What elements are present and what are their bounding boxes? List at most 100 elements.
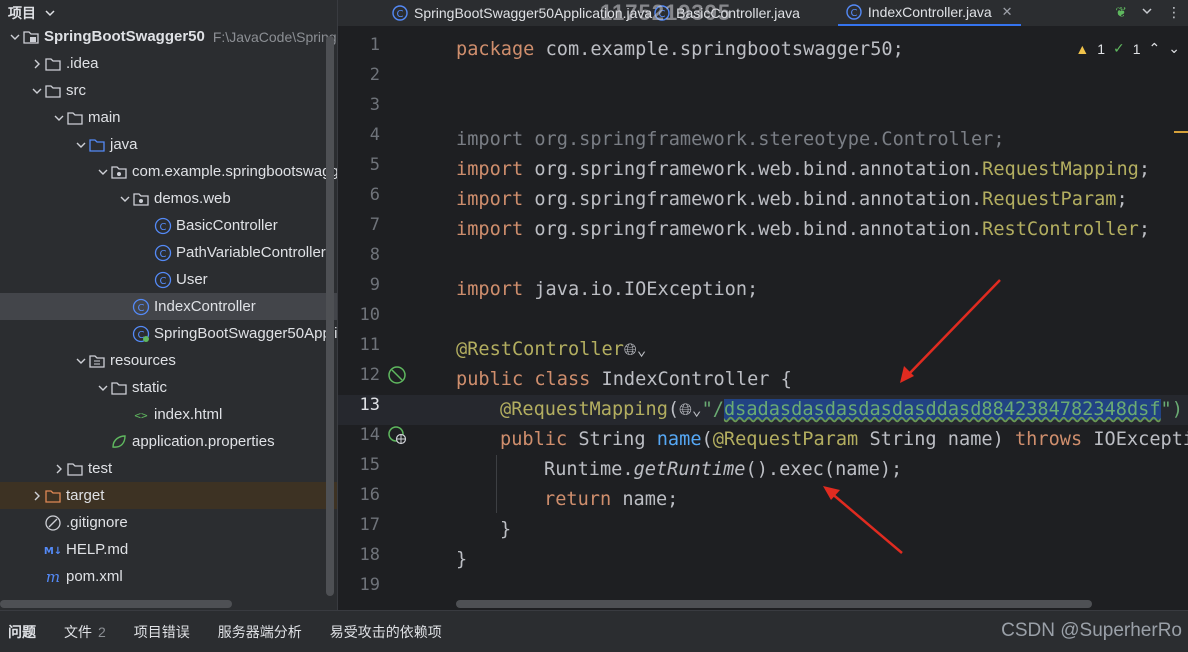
line-number[interactable]: 7 bbox=[338, 215, 380, 235]
tab-problems[interactable]: 问题 bbox=[8, 622, 36, 642]
spring-web-endpoint-icon[interactable] bbox=[386, 424, 408, 446]
tree-item-idea[interactable]: .idea bbox=[0, 50, 337, 77]
line-number[interactable]: 2 bbox=[338, 65, 380, 85]
chevron-down-icon[interactable] bbox=[44, 7, 56, 19]
chevron-down-icon[interactable] bbox=[30, 84, 44, 98]
inspection-widget[interactable]: ▲ 1 ✓ 1 ⌃ ⌄ bbox=[1075, 40, 1180, 57]
scrollbar-marker bbox=[1174, 131, 1188, 133]
tree-item-index-html[interactable]: <> index.html bbox=[0, 401, 337, 428]
tree-item-demos-web[interactable]: demos.web bbox=[0, 185, 337, 212]
project-horizontal-scrollbar[interactable] bbox=[0, 600, 232, 608]
line-number[interactable]: 10 bbox=[338, 305, 380, 325]
line-number[interactable]: 6 bbox=[338, 185, 380, 205]
editor-tab-bar: C SpringBootSwagger50Application.java C … bbox=[338, 0, 1188, 26]
tab-indexcontroller[interactable]: C IndexController.java ✕ bbox=[837, 0, 1021, 26]
line-number[interactable]: 19 bbox=[338, 575, 380, 595]
module-folder-icon bbox=[22, 28, 40, 46]
line-number[interactable]: 18 bbox=[338, 545, 380, 565]
tree-item-label: PathVariableController bbox=[176, 244, 326, 261]
tree-item-application-properties[interactable]: application.properties bbox=[0, 428, 337, 455]
code-area[interactable]: package com.example.springbootswagger50;… bbox=[456, 30, 1188, 610]
selected-text[interactable]: dsadasdasdasdasdasddasd8842384782348dsf bbox=[723, 399, 1161, 420]
tree-item-pom-xml[interactable]: m pom.xml bbox=[0, 563, 337, 590]
tree-item-pathvariablecontroller[interactable]: C PathVariableController bbox=[0, 239, 337, 266]
chevron-up-icon[interactable]: ⌃ bbox=[1149, 40, 1161, 57]
warning-icon: ▲ bbox=[1075, 40, 1090, 57]
project-vertical-scrollbar[interactable] bbox=[326, 36, 334, 596]
line-number[interactable]: 16 bbox=[338, 485, 380, 505]
line-number[interactable]: 3 bbox=[338, 95, 380, 115]
line-number[interactable]: 12 bbox=[338, 365, 380, 385]
tab-server-analysis[interactable]: 服务器端分析 bbox=[218, 622, 302, 642]
tree-item-label: User bbox=[176, 271, 208, 288]
close-icon[interactable]: ✕ bbox=[1002, 4, 1013, 20]
svg-text:M↓: M↓ bbox=[44, 546, 62, 557]
class-icon: C bbox=[132, 298, 150, 316]
tab-basiccontroller[interactable]: C BasicController.java bbox=[646, 0, 808, 26]
chevron-down-icon[interactable] bbox=[74, 138, 88, 152]
tree-item-java[interactable]: java bbox=[0, 131, 337, 158]
chevron-down-icon[interactable] bbox=[1141, 4, 1153, 18]
line-number[interactable]: 13 bbox=[338, 395, 380, 415]
tree-item-label: com.example.springbootswagg bbox=[132, 163, 337, 180]
line-number[interactable]: 4 bbox=[338, 125, 380, 145]
tree-item-test[interactable]: test bbox=[0, 455, 337, 482]
editor-horizontal-scrollbar[interactable] bbox=[456, 600, 1092, 608]
tree-item-label: index.html bbox=[154, 406, 223, 423]
spring-bean-icon[interactable] bbox=[386, 364, 408, 386]
tree-item-help-md[interactable]: M↓ HELP.md bbox=[0, 536, 337, 563]
chevron-right-icon[interactable] bbox=[52, 462, 66, 476]
line-number[interactable]: 17 bbox=[338, 515, 380, 535]
spring-boot-class-icon: C bbox=[132, 325, 150, 343]
warning-count: 1 bbox=[1097, 40, 1105, 57]
line-number[interactable]: 9 bbox=[338, 275, 380, 295]
more-options-icon[interactable]: ⋮ bbox=[1167, 4, 1181, 21]
line-number[interactable]: 14 bbox=[338, 425, 380, 445]
chevron-down-icon[interactable] bbox=[96, 381, 110, 395]
line-number[interactable]: 15 bbox=[338, 455, 380, 475]
tab-label: IndexController.java bbox=[867, 4, 992, 20]
tree-item-gitignore[interactable]: .gitignore bbox=[0, 509, 337, 536]
chevron-right-icon[interactable] bbox=[30, 489, 44, 503]
tab-vulnerable-dependencies[interactable]: 易受攻击的依赖项 bbox=[330, 622, 442, 642]
tree-item-springbootswagger50appli[interactable]: C SpringBootSwagger50Appli bbox=[0, 320, 337, 347]
class-icon: C bbox=[654, 5, 670, 21]
chevron-down-icon[interactable] bbox=[74, 354, 88, 368]
chevron-down-icon[interactable]: ⌄ bbox=[1168, 40, 1180, 57]
tree-item-label: BasicController bbox=[176, 217, 278, 234]
tree-item-main[interactable]: main bbox=[0, 104, 337, 131]
chevron-down-icon[interactable] bbox=[8, 30, 22, 44]
line-number[interactable]: 1 bbox=[338, 35, 380, 55]
tree-item-src[interactable]: src bbox=[0, 77, 337, 104]
tree-item-static[interactable]: static bbox=[0, 374, 337, 401]
chevron-down-icon[interactable] bbox=[52, 111, 66, 125]
indent-guide bbox=[496, 455, 497, 513]
tree-item-label: .idea bbox=[66, 55, 99, 72]
tree-item-resources[interactable]: resources bbox=[0, 347, 337, 374]
line-number[interactable]: 5 bbox=[338, 155, 380, 175]
tab-file[interactable]: 文件 2 bbox=[64, 622, 106, 642]
chevron-right-icon[interactable] bbox=[30, 57, 44, 71]
resources-folder-icon bbox=[88, 352, 106, 370]
tab-springbootswagger50application[interactable]: C SpringBootSwagger50Application.java bbox=[384, 0, 660, 26]
tree-item-user[interactable]: C User bbox=[0, 266, 337, 293]
tree-item-springbootswagger50[interactable]: SpringBootSwagger50 F:\JavaCode\SpringB bbox=[0, 23, 337, 50]
tree-item-target[interactable]: target bbox=[0, 482, 337, 509]
tree-item-com-example-springbootswagg[interactable]: com.example.springbootswagg bbox=[0, 158, 337, 185]
spring-icon[interactable]: ❦ bbox=[1115, 4, 1127, 21]
tree-item-indexcontroller[interactable]: C IndexController bbox=[0, 293, 337, 320]
globe-icon[interactable]: 🌐︎⌄ bbox=[624, 340, 646, 359]
chevron-down-icon[interactable] bbox=[118, 192, 132, 206]
tree-item-label: test bbox=[88, 460, 113, 477]
chevron-down-icon[interactable] bbox=[96, 165, 110, 179]
tab-project-errors[interactable]: 项目错误 bbox=[134, 622, 190, 642]
tab-label: SpringBootSwagger50Application.java bbox=[414, 5, 653, 21]
line-number[interactable]: 11 bbox=[338, 335, 380, 355]
tree-item-label: .gitignore bbox=[66, 514, 128, 531]
tree-item-basiccontroller[interactable]: C BasicController bbox=[0, 212, 337, 239]
svg-text:C: C bbox=[397, 9, 404, 20]
globe-icon[interactable]: 🌐︎⌄ bbox=[679, 400, 701, 419]
line-number[interactable]: 8 bbox=[338, 245, 380, 265]
